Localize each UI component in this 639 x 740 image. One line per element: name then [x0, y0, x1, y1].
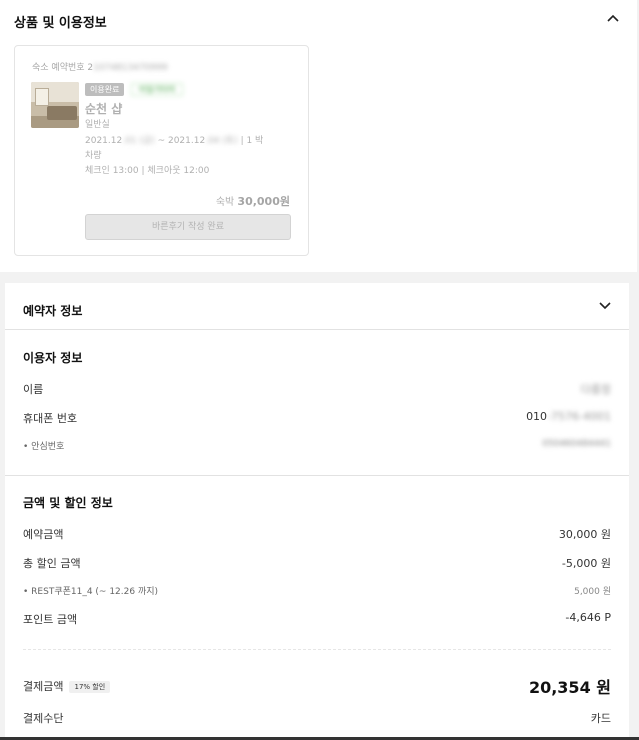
- extra-badge: 아일기타미: [131, 83, 183, 96]
- discount-percent-badge: 17% 할인: [69, 681, 111, 693]
- booking-number-label: 숙소 예약번호 2: [32, 63, 94, 73]
- stay-dates: 2021.12.01 (금) ~ 2021.12.04 (토) | 1 박: [85, 133, 263, 146]
- chevron-down-icon[interactable]: [596, 298, 614, 314]
- phone-label: 휴대폰 번호: [23, 412, 78, 425]
- point-label: 포인트 금액: [23, 613, 78, 626]
- divider: [5, 475, 629, 476]
- discount-label: 총 할인 금액: [23, 557, 81, 570]
- coupon-label: • REST쿠폰11_4 (~ 12.26 까지): [23, 587, 159, 597]
- phone-value: 010-7576-4001: [526, 410, 611, 423]
- booking-number-masked: 1074813470999: [93, 63, 168, 73]
- date-start: 2021.12: [85, 136, 123, 146]
- date-start-masked: .01 (금): [122, 136, 155, 146]
- chevron-up-icon[interactable]: [604, 10, 622, 26]
- review-complete-button[interactable]: 바른후기 작성 완료: [85, 214, 291, 240]
- phone-value-prefix: 010: [526, 410, 548, 423]
- price-value: 30,000원: [237, 195, 290, 208]
- status-badge: 이용완료: [85, 83, 125, 96]
- price-label: 숙박: [215, 197, 235, 208]
- date-end: ~ 2021.12: [157, 136, 206, 146]
- reserve-amount-value: 30,000 원: [558, 528, 611, 541]
- date-end-masked: .04 (토): [205, 136, 238, 146]
- reserve-amount-label: 예약금액: [23, 528, 64, 541]
- room-thumbnail[interactable]: [31, 82, 79, 128]
- payment-info-title: 금액 및 할인 정보: [23, 496, 113, 510]
- checkin-times: 체크인 13:00 | 체크아웃 12:00: [85, 166, 210, 176]
- discount-value: -5,000 원: [561, 557, 611, 570]
- total-label: 결제금액 17% 할인: [23, 678, 111, 694]
- vehicle-info: 차량: [85, 151, 102, 161]
- user-info-title: 이용자 정보: [23, 351, 83, 365]
- coupon-value: 5,000 원: [574, 587, 611, 597]
- point-value: -4,646 P: [565, 611, 611, 624]
- safe-number-label: • 안심번호: [23, 442, 65, 452]
- booker-payment-card: 예약자 정보 이용자 정보 이름 다름정 휴대폰 번호 010-7576-400…: [5, 283, 629, 740]
- name-value: 다름정: [580, 383, 611, 396]
- nights: | 1 박: [240, 136, 264, 146]
- payment-method-label: 결제수단: [23, 712, 64, 725]
- dashed-divider: [23, 649, 611, 650]
- safe-number-value: 050460484441: [542, 439, 611, 449]
- section-title-booker: 예약자 정보: [23, 304, 83, 318]
- booking-number: 숙소 예약번호 21074813470999: [32, 60, 168, 73]
- divider: [5, 329, 629, 330]
- booking-card: 숙소 예약번호 21074813470999 이용완료 아일기타미 순천 샵 일…: [14, 45, 309, 256]
- stay-price: 숙박 30,000원: [216, 193, 290, 209]
- hotel-name[interactable]: 순천 샵: [85, 100, 122, 117]
- room-type: 일반실: [85, 120, 110, 130]
- total-label-text: 결제금액: [23, 680, 64, 693]
- payment-method-value: 카드: [590, 712, 611, 725]
- section-title-product: 상품 및 이용정보: [14, 16, 107, 31]
- phone-value-masked: -7576-4001: [547, 410, 611, 423]
- product-info-card: 상품 및 이용정보 숙소 예약번호 21074813470999 이용완료 아일…: [0, 0, 637, 272]
- name-label: 이름: [23, 383, 44, 396]
- total-value: 20,354 원: [528, 678, 611, 697]
